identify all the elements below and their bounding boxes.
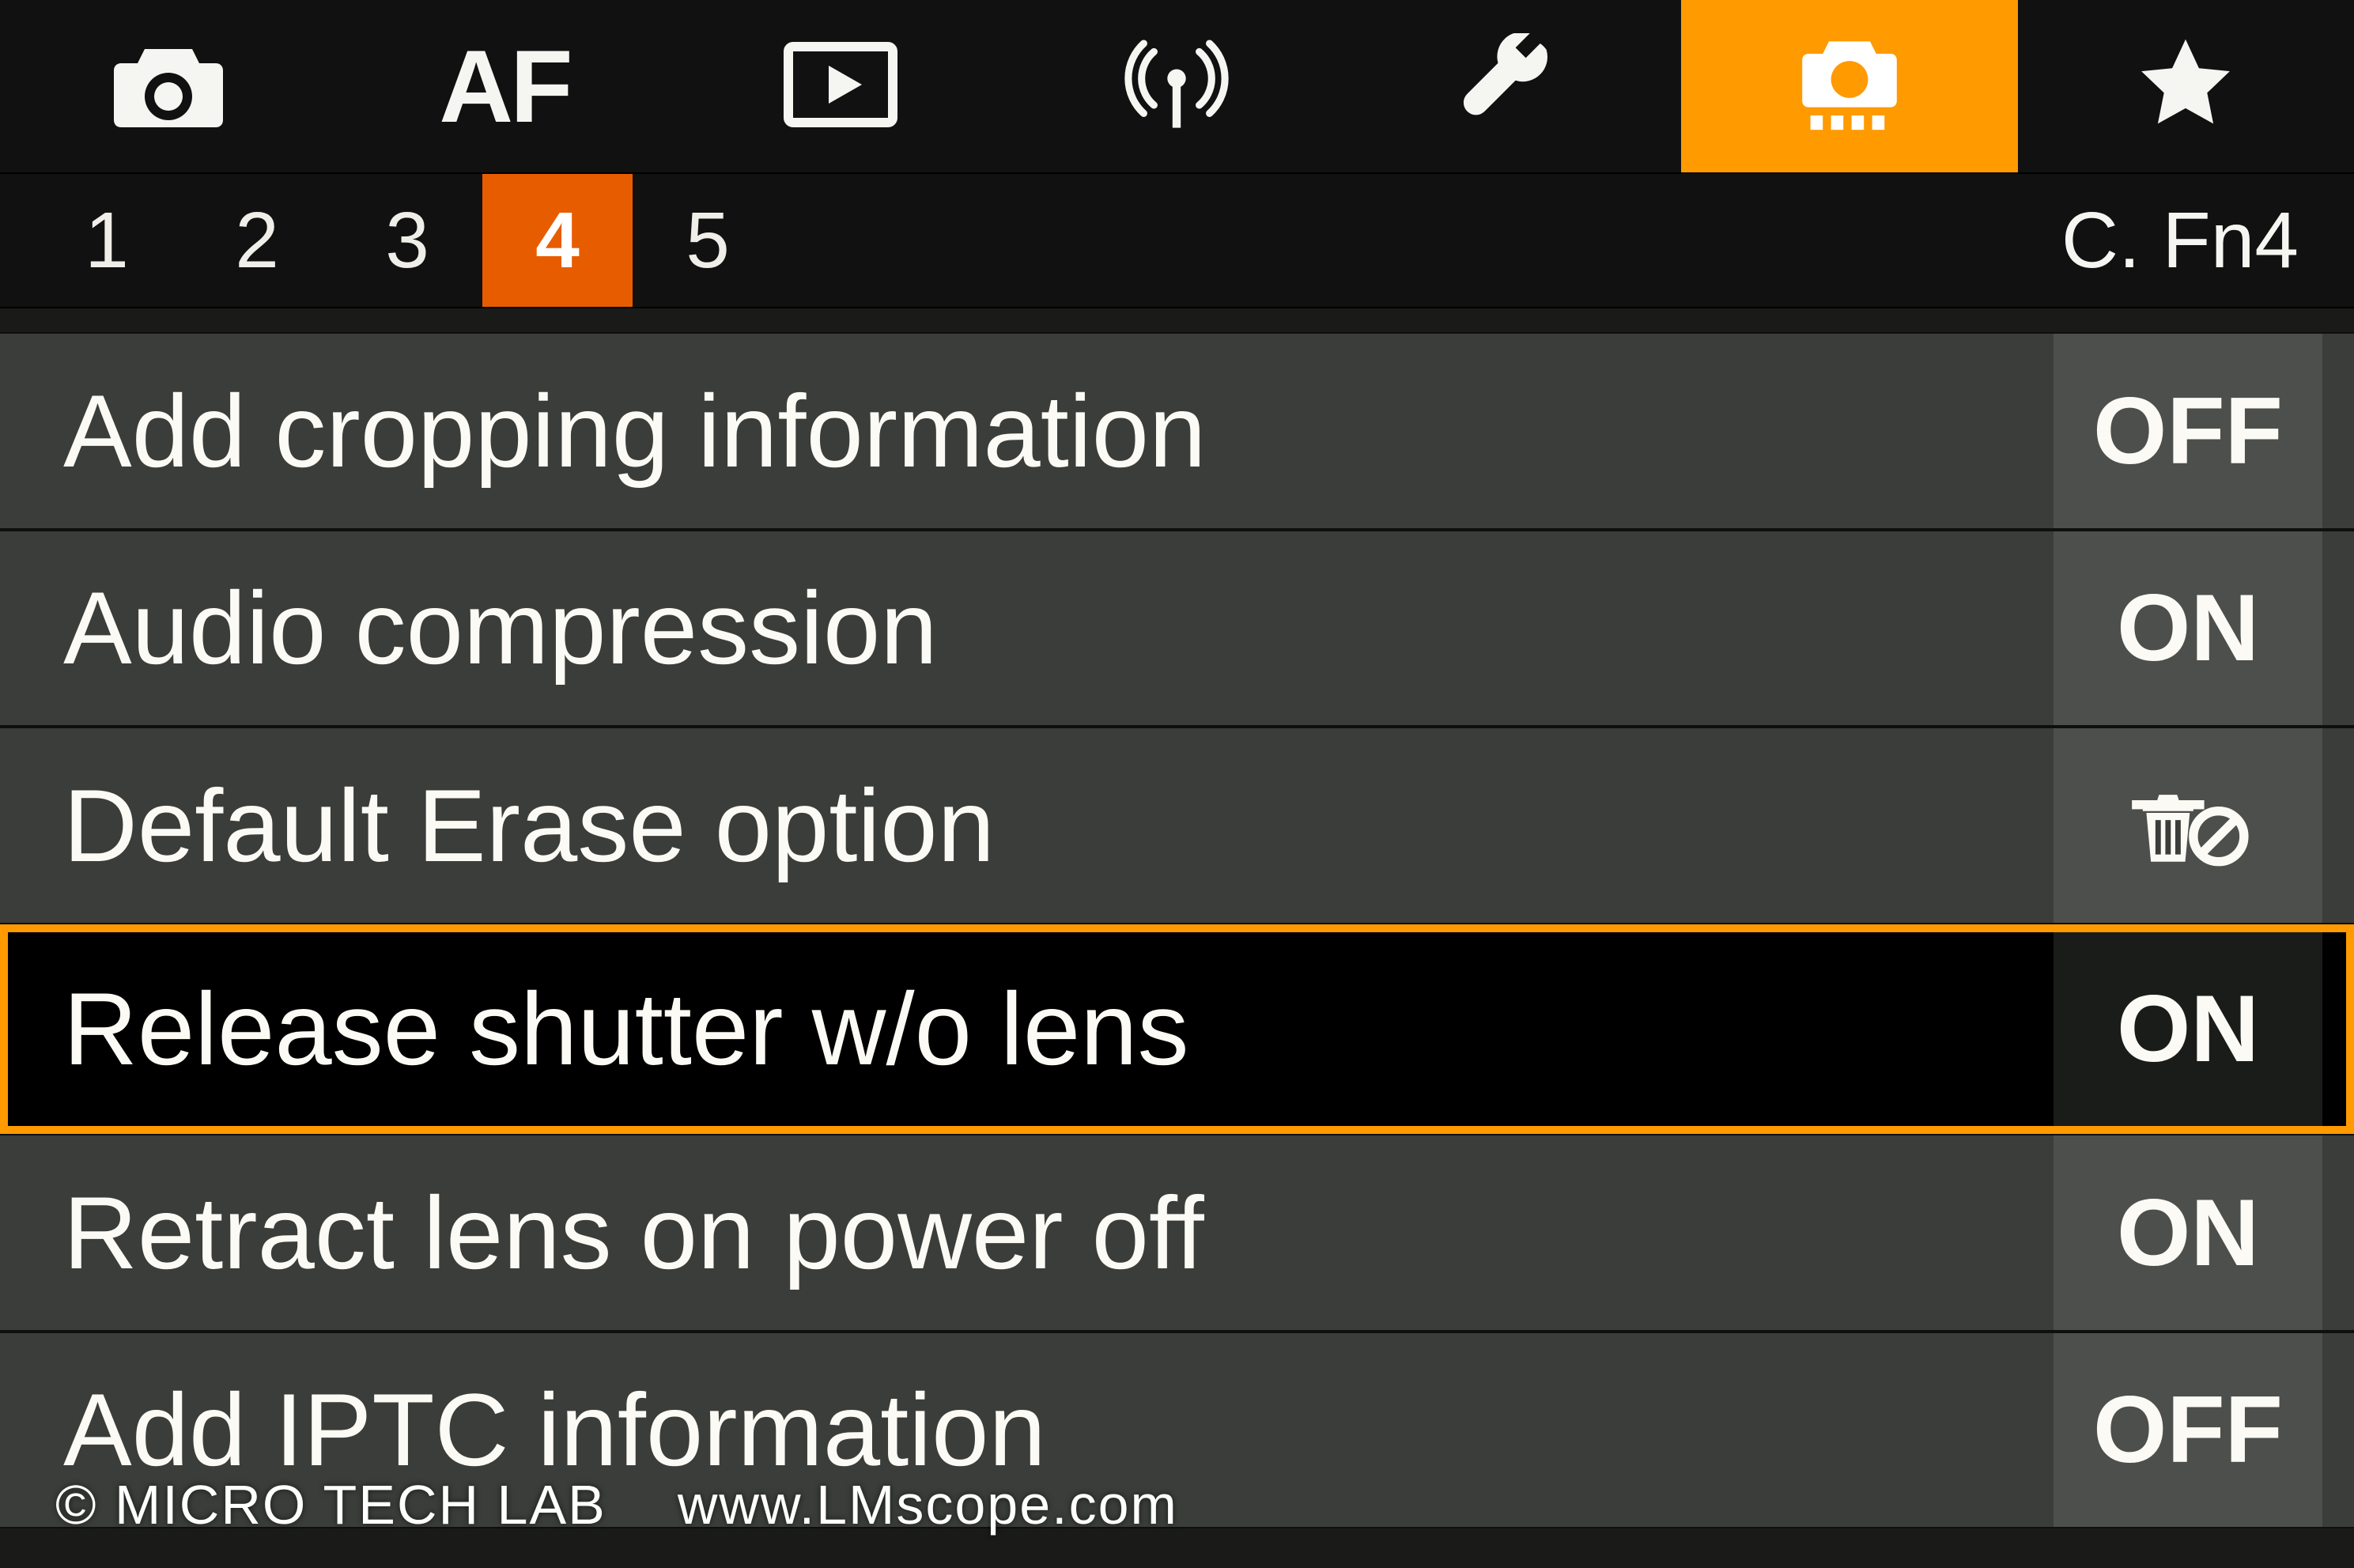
menu-item-value: ON [2054, 1135, 2322, 1330]
menu-item-value: ON [2054, 531, 2322, 726]
menu-item-default-erase-option[interactable]: Default Erase option [0, 727, 2354, 924]
menu-list: Add cropping information OFF Audio compr… [0, 308, 2354, 1568]
subpage-1[interactable]: 1 [32, 174, 182, 307]
menu-item-add-cropping-information[interactable]: Add cropping information OFF [0, 332, 2354, 530]
subpage-5[interactable]: 5 [633, 174, 783, 307]
tab-custom-functions[interactable] [1681, 0, 2017, 172]
tab-af[interactable]: AF [336, 0, 672, 172]
menu-item-retract-lens-on-power-off[interactable]: Retract lens on power off ON [0, 1134, 2354, 1332]
tab-mymenu[interactable] [2018, 0, 2354, 172]
menu-item-label: Add cropping information [63, 372, 1206, 490]
menu-item-audio-compression[interactable]: Audio compression ON [0, 530, 2354, 727]
menu-item-release-shutter-without-lens[interactable]: Release shutter w/o lens ON [0, 924, 2354, 1135]
tab-setup[interactable] [1345, 0, 1681, 172]
af-label: AF [439, 27, 569, 145]
watermark-url: www.LMscope.com [678, 1473, 1178, 1536]
star-icon [2126, 33, 2245, 140]
tab-playback[interactable] [673, 0, 1009, 172]
watermark: © MICRO TECH LAB www.LMscope.com [55, 1473, 1178, 1536]
menu-item-value: OFF [2054, 1333, 2322, 1528]
menu-item-label: Default Erase option [63, 766, 995, 885]
camera-custom-icon [1790, 33, 1909, 140]
erase-cancel-icon [2054, 728, 2322, 923]
subpage-3[interactable]: 3 [332, 174, 482, 307]
tab-wireless[interactable] [1009, 0, 1345, 172]
menu-item-label: Add IPTC information [63, 1370, 1046, 1489]
subpage-2[interactable]: 2 [182, 174, 332, 307]
camera-icon [109, 33, 228, 140]
tab-shooting[interactable] [0, 0, 336, 172]
play-icon [781, 33, 900, 140]
menu-item-value: OFF [2054, 334, 2322, 528]
menu-item-value: ON [2054, 932, 2322, 1127]
menu-item-label: Retract lens on power off [63, 1173, 1204, 1292]
watermark-copyright: © MICRO TECH LAB [55, 1473, 606, 1536]
wrench-icon [1454, 33, 1573, 140]
menu-item-label: Release shutter w/o lens [63, 969, 1189, 1088]
custom-function-page-label: C. Fn4 [2061, 174, 2322, 307]
subpage-4[interactable]: 4 [482, 174, 633, 307]
main-tab-bar: AF [0, 0, 2354, 174]
camera-menu-screen: AF 1 2 3 [0, 0, 2354, 1568]
menu-item-label: Audio compression [63, 569, 938, 687]
antenna-icon [1117, 33, 1236, 140]
sub-page-bar: 1 2 3 4 5 C. Fn4 [0, 174, 2354, 308]
